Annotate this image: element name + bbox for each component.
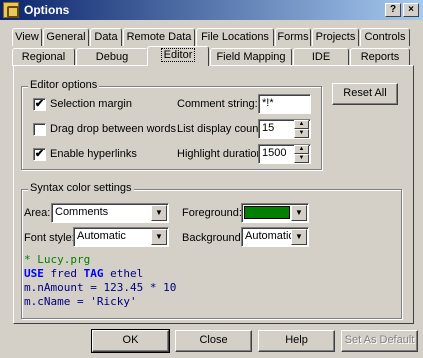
list-display-count-value: 15 [262, 122, 275, 134]
list-display-count-label: List display count: [177, 123, 265, 135]
title-bar: Options ? × [0, 0, 423, 20]
help-button[interactable]: Help [258, 330, 335, 352]
drag-drop-checkbox[interactable] [33, 123, 46, 136]
close-title-button[interactable]: × [403, 3, 419, 17]
area-label: Area: [24, 207, 51, 219]
tab-field-mapping[interactable]: Field Mapping [210, 48, 292, 66]
highlight-duration-label: Highlight duration: [177, 148, 266, 160]
drag-drop-label: Drag drop between words [50, 123, 176, 135]
reset-all-button[interactable]: Reset All [332, 83, 398, 105]
background-value: Automatic [245, 230, 294, 242]
tab-ide[interactable]: IDE [293, 48, 349, 66]
spin-up-icon[interactable]: ▲ [294, 120, 309, 129]
tab-controls[interactable]: Controls [360, 28, 410, 46]
code-line-amount: m.nAmount = 123.45 * 10 [24, 281, 177, 294]
tab-view[interactable]: View [12, 28, 42, 46]
code-text-ethel: ethel [103, 267, 144, 280]
options-app-icon [3, 2, 19, 18]
tab-regional[interactable]: Regional [12, 48, 75, 66]
tab-reports[interactable]: Reports [350, 48, 410, 66]
spin-down-icon[interactable]: ▼ [294, 129, 309, 138]
tab-remote-data[interactable]: Remote Data [123, 28, 195, 46]
tab-debug[interactable]: Debug [76, 48, 148, 66]
code-line-name: m.cName = 'Ricky' [24, 295, 137, 308]
tab-general[interactable]: General [43, 28, 89, 46]
keyword-use: USE [24, 267, 44, 280]
font-style-value: Automatic [77, 230, 126, 242]
help-title-button[interactable]: ? [385, 3, 401, 17]
tab-editor[interactable]: Editor [147, 46, 209, 66]
close-button[interactable]: Close [175, 330, 252, 352]
tab-forms[interactable]: Forms [275, 28, 311, 46]
highlight-duration-spinner[interactable]: ▲ ▼ [294, 145, 309, 163]
ok-button[interactable]: OK [91, 329, 170, 353]
code-text-fred: fred [43, 267, 84, 280]
enable-hyperlinks-checkbox[interactable]: ✔ [33, 148, 46, 161]
keyword-tag: TAG [83, 267, 104, 280]
spin-up-icon[interactable]: ▲ [294, 145, 309, 154]
code-line-comment: * Lucy.prg [24, 253, 91, 266]
tab-projects[interactable]: Projects [312, 28, 359, 46]
code-line-use: USE fred TAG ethel [24, 267, 395, 281]
list-display-count-spinner[interactable]: ▲ ▼ [294, 120, 309, 138]
area-dropdown-icon[interactable]: ▼ [151, 205, 167, 221]
comment-string-label: Comment string: [177, 98, 258, 110]
foreground-label: Foreground: [182, 207, 242, 219]
editor-options-legend: Editor options [28, 79, 100, 91]
foreground-color-swatch [244, 206, 290, 219]
selection-margin-checkbox[interactable]: ✔ [33, 98, 46, 111]
background-dropdown-icon[interactable]: ▼ [291, 229, 307, 245]
background-label: Background: [182, 232, 244, 244]
set-as-default-button[interactable]: Set As Default [341, 330, 418, 352]
spin-down-icon[interactable]: ▼ [294, 154, 309, 163]
foreground-dropdown-icon[interactable]: ▼ [291, 205, 307, 221]
syntax-preview: * Lucy.prg USE fred TAG ethel m.nAmount … [22, 253, 395, 313]
enable-hyperlinks-label: Enable hyperlinks [50, 148, 137, 160]
tab-file-locations[interactable]: File Locations [196, 28, 274, 46]
selection-margin-label: Selection margin [50, 98, 132, 110]
syntax-color-legend: Syntax color settings [28, 182, 134, 194]
tab-data[interactable]: Data [90, 28, 122, 46]
comment-string-input[interactable]: *!* [258, 94, 311, 114]
highlight-duration-value: 1500 [262, 147, 287, 159]
window-title: Options [24, 3, 70, 17]
area-value: Comments [55, 206, 109, 218]
font-style-label: Font style: [24, 232, 75, 244]
font-style-dropdown-icon[interactable]: ▼ [151, 229, 167, 245]
